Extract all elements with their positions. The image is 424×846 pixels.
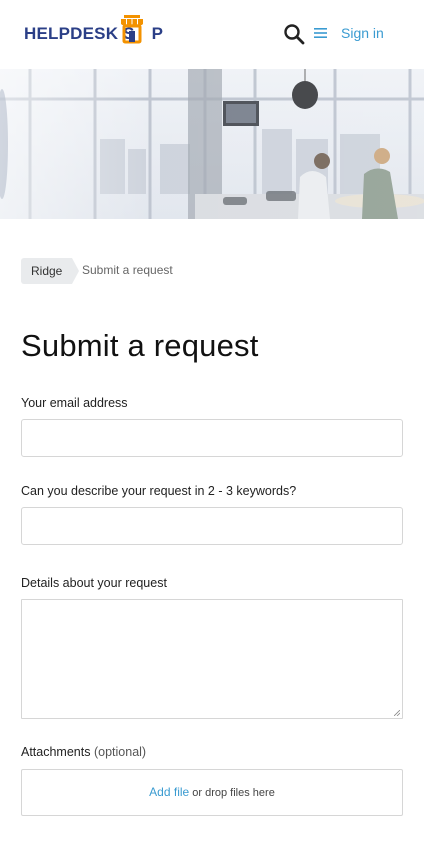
- hero-banner-image: [0, 69, 424, 219]
- site-header: HELPDESK SP Sign in: [0, 0, 424, 69]
- email-label: Your email address: [21, 396, 128, 410]
- details-label: Details about your request: [21, 576, 167, 590]
- add-file-link[interactable]: Add file: [149, 785, 189, 799]
- attachments-label: Attachments (optional): [21, 745, 146, 759]
- page-title: Submit a request: [21, 328, 259, 363]
- attachments-optional-text: (optional): [93, 745, 147, 759]
- drop-files-text: or drop files here: [192, 787, 275, 799]
- attachments-label-text: Attachments: [21, 745, 91, 759]
- keywords-label: Can you describe your request in 2 - 3 k…: [21, 484, 297, 498]
- keywords-field[interactable]: [21, 507, 403, 545]
- search-icon[interactable]: [283, 23, 305, 45]
- details-textarea[interactable]: [21, 599, 403, 719]
- shop-storefront-icon: [121, 15, 143, 44]
- breadcrumb-current: Submit a request: [82, 263, 173, 277]
- attachments-dropzone[interactable]: Add file or drop files here: [21, 769, 403, 816]
- sign-in-link[interactable]: Sign in: [341, 25, 384, 41]
- helpdesk-shop-logo[interactable]: HELPDESK SP: [24, 14, 174, 50]
- email-field[interactable]: [21, 419, 403, 457]
- resize-handle-icon[interactable]: [394, 710, 400, 716]
- breadcrumb-item-ridge[interactable]: Ridge: [21, 258, 80, 284]
- menu-icon[interactable]: [314, 27, 327, 39]
